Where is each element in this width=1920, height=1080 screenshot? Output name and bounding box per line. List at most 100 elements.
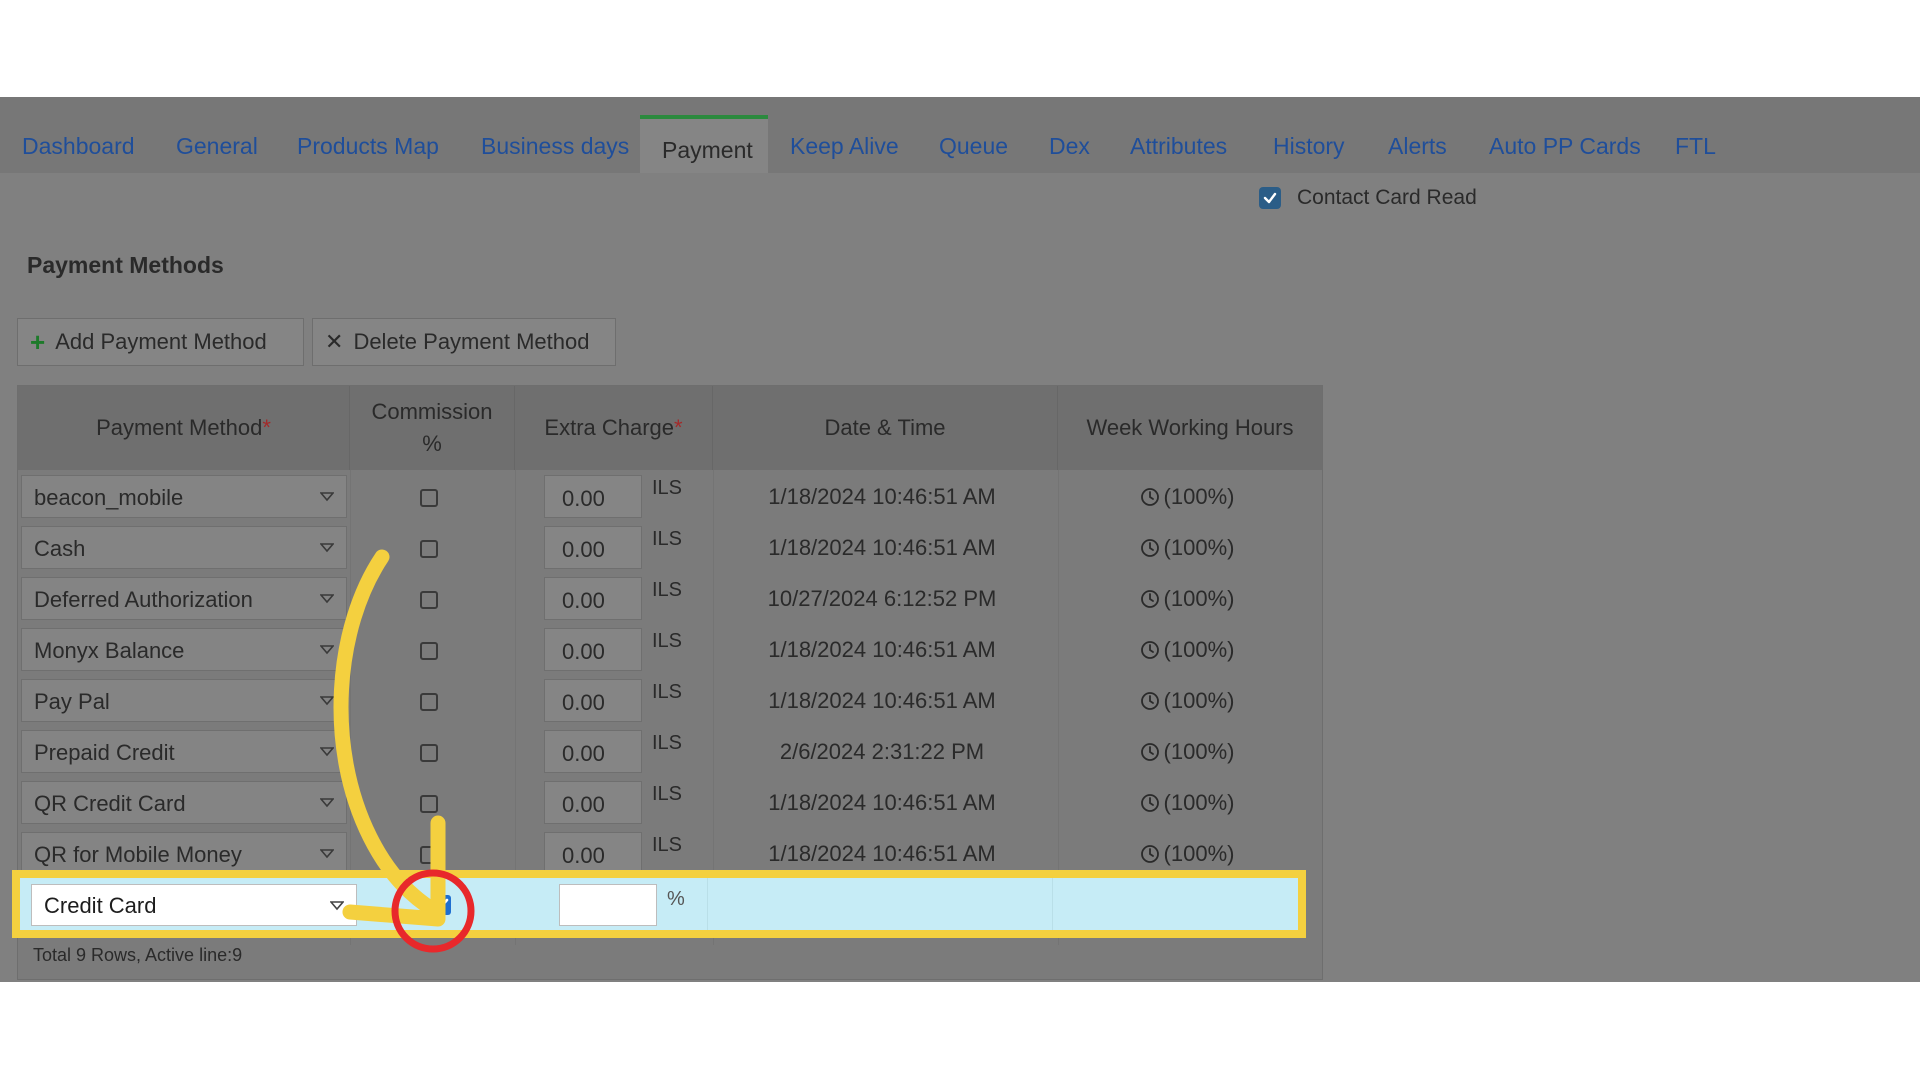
commission-checkbox[interactable] bbox=[420, 744, 438, 762]
payment-method-value: Deferred Authorization bbox=[34, 587, 253, 612]
column-divider bbox=[1052, 878, 1053, 930]
payment-method-value: QR Credit Card bbox=[34, 791, 186, 816]
payment-method-select[interactable]: Cash bbox=[21, 526, 347, 569]
commission-checkbox[interactable] bbox=[420, 846, 438, 864]
date-time-value: 2/6/2024 2:31:22 PM bbox=[779, 739, 985, 764]
tab-history[interactable]: History bbox=[1273, 133, 1345, 160]
tab-ftl[interactable]: FTL bbox=[1675, 133, 1716, 160]
commission-checkbox[interactable] bbox=[420, 591, 438, 609]
clock-icon bbox=[1140, 692, 1159, 710]
clock-icon bbox=[1140, 539, 1159, 557]
clock-icon bbox=[1140, 845, 1159, 863]
tab-auto-pp-cards[interactable]: Auto PP Cards bbox=[1489, 133, 1641, 160]
table-row[interactable]: Monyx Balance 0.00 ILS 1/18/2024 10:46:51 A… bbox=[18, 624, 1322, 675]
week-working-hours-cell[interactable]: (100%) bbox=[1058, 586, 1316, 612]
tab-dashboard[interactable]: Dashboard bbox=[22, 133, 135, 160]
currency-label: ILS bbox=[652, 477, 683, 499]
payment-method-select[interactable]: Prepaid Credit bbox=[21, 730, 347, 773]
week-working-hours-cell[interactable]: (100%) bbox=[1058, 637, 1316, 663]
extra-charge-value: 0.00 bbox=[562, 639, 605, 664]
table-row[interactable]: QR Credit Card 0.00 ILS 1/18/2024 10:46:51 … bbox=[18, 777, 1322, 828]
active-extra-charge-input[interactable] bbox=[559, 884, 657, 926]
week-working-hours-value: (100%) bbox=[1163, 535, 1235, 560]
week-working-hours-value: (100%) bbox=[1163, 790, 1235, 815]
week-working-hours-cell[interactable]: (100%) bbox=[1058, 484, 1316, 510]
active-commission-checkbox[interactable] bbox=[431, 895, 451, 915]
tab-general[interactable]: General bbox=[176, 133, 258, 160]
header-week-working-hours[interactable]: Week Working Hours bbox=[1058, 386, 1322, 470]
payment-method-value: beacon_mobile bbox=[34, 485, 184, 510]
chevron-down-icon bbox=[320, 849, 334, 859]
payment-method-value: QR for Mobile Money bbox=[34, 842, 242, 867]
tab-payment[interactable]: Payment bbox=[640, 115, 768, 173]
section-title: Payment Methods bbox=[27, 252, 224, 278]
table-row[interactable]: Pay Pal 0.00 ILS 1/18/2024 10:46:51 AM (100%… bbox=[18, 675, 1322, 726]
extra-charge-input[interactable]: 0.00 bbox=[544, 730, 642, 773]
currency-label: ILS bbox=[652, 834, 683, 856]
tab-alerts[interactable]: Alerts bbox=[1388, 133, 1447, 160]
table-row[interactable]: Deferred Authorization 0.00 ILS 10/27/2024 … bbox=[18, 573, 1322, 624]
date-time-value: 1/18/2024 10:46:51 AM bbox=[768, 535, 996, 560]
payment-method-select[interactable]: Pay Pal bbox=[21, 679, 347, 722]
week-working-hours-cell[interactable]: (100%) bbox=[1058, 535, 1316, 561]
tab-attributes[interactable]: Attributes bbox=[1130, 133, 1227, 160]
header-payment-method[interactable]: Payment Method * bbox=[18, 386, 350, 470]
app-window: Dashboard General Products Map Business … bbox=[0, 97, 1920, 982]
extra-charge-input[interactable]: 0.00 bbox=[544, 526, 642, 569]
header-week-working-hours-label: Week Working Hours bbox=[1086, 415, 1294, 440]
extra-charge-value: 0.00 bbox=[562, 792, 605, 817]
extra-charge-input[interactable]: 0.00 bbox=[544, 475, 642, 518]
payment-method-select[interactable]: QR Credit Card bbox=[21, 781, 347, 824]
clock-icon bbox=[1140, 743, 1159, 761]
chevron-down-icon bbox=[330, 901, 344, 911]
active-payment-method-select[interactable]: Credit Card bbox=[31, 884, 357, 926]
currency-label: ILS bbox=[652, 528, 683, 550]
week-working-hours-cell[interactable]: (100%) bbox=[1058, 790, 1316, 816]
extra-charge-input[interactable]: 0.00 bbox=[544, 679, 642, 722]
extra-charge-input[interactable]: 0.00 bbox=[544, 832, 642, 875]
active-row-credit-card[interactable]: Credit Card % bbox=[12, 870, 1306, 938]
commission-checkbox[interactable] bbox=[420, 795, 438, 813]
table-row[interactable]: Cash 0.00 ILS 1/18/2024 10:46:51 AM (100%) bbox=[18, 522, 1322, 573]
payment-method-select[interactable]: Deferred Authorization bbox=[21, 577, 347, 620]
header-extra-charge[interactable]: Extra Charge * bbox=[515, 386, 713, 470]
contact-card-read-checkbox[interactable] bbox=[1259, 187, 1281, 209]
payment-method-value: Cash bbox=[34, 536, 86, 561]
week-working-hours-cell[interactable]: (100%) bbox=[1058, 739, 1316, 765]
tab-business-days[interactable]: Business days bbox=[481, 133, 629, 160]
payment-method-select[interactable]: QR for Mobile Money bbox=[21, 832, 347, 875]
extra-charge-value: 0.00 bbox=[562, 741, 605, 766]
week-working-hours-cell[interactable]: (100%) bbox=[1058, 841, 1316, 867]
header-payment-method-label: Payment Method bbox=[96, 415, 263, 440]
date-time-value: 1/18/2024 10:46:51 AM bbox=[768, 637, 996, 662]
clock-icon bbox=[1140, 641, 1159, 659]
chevron-down-icon bbox=[320, 594, 334, 604]
add-payment-method-label: Add Payment Method bbox=[55, 329, 267, 354]
add-payment-method-button[interactable]: + Add Payment Method bbox=[17, 318, 304, 366]
payment-method-select[interactable]: Monyx Balance bbox=[21, 628, 347, 671]
tab-dex[interactable]: Dex bbox=[1049, 133, 1090, 160]
table-row[interactable]: beacon_mobile 0.00 ILS 1/18/2024 10:46:51 A… bbox=[18, 471, 1322, 522]
grid-header: Payment Method * Commission % Extra Charg… bbox=[18, 386, 1322, 470]
commission-checkbox[interactable] bbox=[420, 642, 438, 660]
tab-products-map[interactable]: Products Map bbox=[297, 133, 439, 160]
extra-charge-input[interactable]: 0.00 bbox=[544, 577, 642, 620]
extra-charge-input[interactable]: 0.00 bbox=[544, 628, 642, 671]
header-commission[interactable]: Commission % bbox=[350, 386, 515, 470]
table-row[interactable]: Prepaid Credit 0.00 ILS 2/6/2024 2:31:22 PM… bbox=[18, 726, 1322, 777]
header-date-time[interactable]: Date & Time bbox=[713, 386, 1058, 470]
commission-checkbox[interactable] bbox=[420, 693, 438, 711]
tab-queue[interactable]: Queue bbox=[939, 133, 1008, 160]
extra-charge-value: 0.00 bbox=[562, 843, 605, 868]
delete-payment-method-button[interactable]: ✕ Delete Payment Method bbox=[312, 318, 616, 366]
date-time-value: 1/18/2024 10:46:51 AM bbox=[768, 841, 996, 866]
tab-keep-alive[interactable]: Keep Alive bbox=[790, 133, 899, 160]
week-working-hours-cell[interactable]: (100%) bbox=[1058, 688, 1316, 714]
extra-charge-input[interactable]: 0.00 bbox=[544, 781, 642, 824]
date-time-value: 10/27/2024 6:12:52 PM bbox=[767, 586, 997, 611]
commission-checkbox[interactable] bbox=[420, 540, 438, 558]
payment-method-select[interactable]: beacon_mobile bbox=[21, 475, 347, 518]
extra-charge-value: 0.00 bbox=[562, 588, 605, 613]
commission-checkbox[interactable] bbox=[420, 489, 438, 507]
column-divider bbox=[707, 878, 708, 930]
